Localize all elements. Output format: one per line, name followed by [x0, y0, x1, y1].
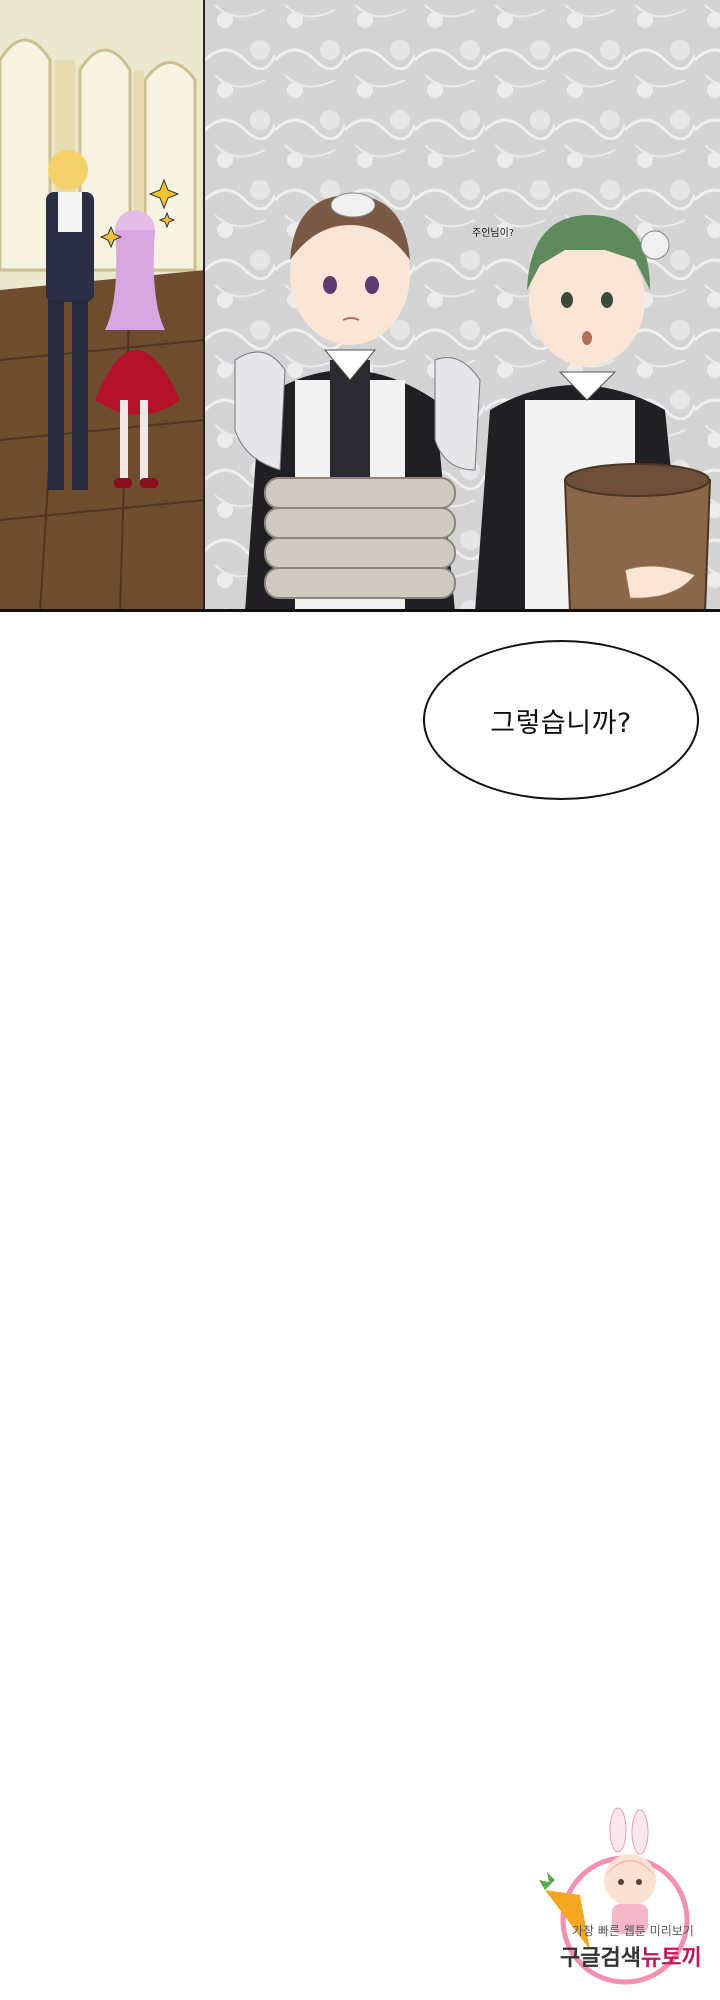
watermark-brand-prefix: 구글검색 — [560, 1946, 641, 1971]
hallway-illustration — [0, 0, 203, 609]
speech-small: 주인님이? — [472, 228, 515, 239]
watermark-tagline: 가장 빠른 웹툰 미리보기 — [572, 1924, 694, 1938]
speech-bubble-text: 그렇습니까? — [490, 707, 632, 739]
speech-bubble: 그렇습니까? — [423, 640, 699, 800]
watermark-brand-name: 뉴토끼 — [640, 1946, 702, 1971]
maids-scene — [205, 0, 720, 609]
maids-illustration — [205, 0, 720, 609]
watermark-brand: 구글검색뉴토끼 — [560, 1940, 702, 1972]
comic-panel-top: 주인님이? — [0, 0, 720, 612]
hallway-scene — [0, 0, 205, 609]
